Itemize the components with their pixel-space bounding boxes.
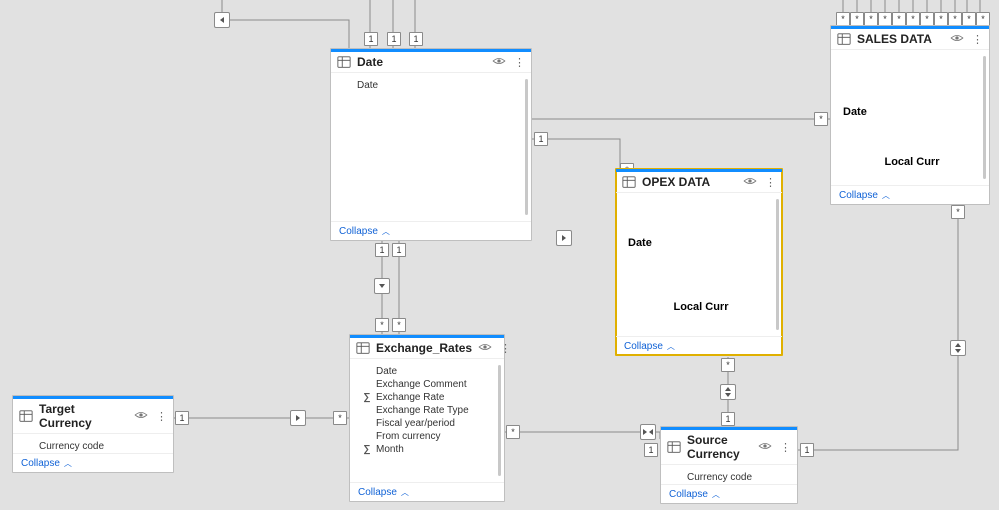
table-exchange-rates[interactable]: Exchange_Rates ⋮ Date Exchange Comment ∑… [349,334,505,502]
table-icon [837,32,851,46]
visibility-icon[interactable] [492,56,506,69]
collapse-button[interactable]: Collapse︿ [669,489,720,500]
cardinality-many: * [333,411,347,425]
field-row[interactable]: ∑Exchange Rate [362,391,496,404]
table-icon [622,175,636,189]
more-icon[interactable]: ⋮ [972,33,983,46]
cardinality-many: * [962,12,976,26]
table-title: Target Currency [39,402,128,430]
cardinality-one: 1 [175,411,189,425]
key-field: Date [628,237,774,249]
table-date[interactable]: Date ⋮ Date Collapse︿ [330,48,532,241]
more-icon[interactable]: ⋮ [500,342,511,355]
cardinality-many: * [920,12,934,26]
field-row[interactable]: Fiscal year/period [362,417,496,430]
table-target-currency[interactable]: Target Currency ⋮ Currency code Collapse… [12,395,174,473]
cardinality-one: 1 [409,32,423,46]
more-icon[interactable]: ⋮ [780,441,791,454]
scrollbar[interactable] [776,199,779,330]
cardinality-many: * [864,12,878,26]
chevron-up-icon: ︿ [64,458,72,469]
key-field: Local Curr [628,301,774,313]
visibility-icon[interactable] [758,441,772,454]
cardinality-one: 1 [387,32,401,46]
table-title: Date [357,55,486,69]
collapse-button[interactable]: Collapse︿ [624,341,675,352]
chevron-up-icon: ︿ [712,489,720,500]
collapse-button[interactable]: Collapse︿ [339,226,390,237]
field-row[interactable]: Currency code [25,440,165,453]
relationship-direction-icon [290,410,306,426]
visibility-icon[interactable] [743,176,757,189]
visibility-icon[interactable] [134,410,148,423]
chevron-up-icon: ︿ [382,226,390,237]
scrollbar[interactable] [983,56,986,179]
table-title: OPEX DATA [642,175,737,189]
table-icon [356,341,370,355]
visibility-icon[interactable] [950,33,964,46]
relationship-direction-icon [720,384,736,400]
field-row[interactable]: Exchange Rate Type [362,404,496,417]
table-icon [337,55,351,69]
collapse-button[interactable]: Collapse︿ [21,458,72,469]
table-sales-data[interactable]: SALES DATA ⋮ Date Local Curr Collapse︿ [830,25,990,205]
cardinality-many: * [721,358,735,372]
cardinality-one: 1 [392,243,406,257]
relationship-direction-icon [950,340,966,356]
table-icon [19,409,33,423]
relationship-direction-icon [556,230,572,246]
cardinality-many: * [948,12,962,26]
relationship-direction-icon [640,424,656,440]
sigma-icon: ∑ [362,444,372,455]
relationship-direction-icon [214,12,230,28]
chevron-up-icon: ︿ [401,487,409,498]
scrollbar[interactable] [498,365,501,476]
field-row[interactable]: ∑Month [362,443,496,456]
table-source-currency[interactable]: Source Currency ⋮ Currency code Collapse… [660,426,798,504]
field-row[interactable]: Date [343,79,523,92]
cardinality-many: * [878,12,892,26]
sigma-icon: ∑ [362,392,372,403]
table-title: Source Currency [687,433,752,461]
table-title: SALES DATA [857,32,944,46]
cardinality-many: * [392,318,406,332]
key-field: Date [843,106,981,118]
cardinality-many: * [951,205,965,219]
field-row[interactable]: Date [362,365,496,378]
table-title: Exchange_Rates [376,341,472,355]
cardinality-many: * [375,318,389,332]
cardinality-one: 1 [364,32,378,46]
scrollbar[interactable] [525,79,528,215]
more-icon[interactable]: ⋮ [514,56,525,69]
cardinality-many: * [934,12,948,26]
cardinality-many: * [892,12,906,26]
more-icon[interactable]: ⋮ [765,176,776,189]
field-row[interactable]: Exchange Comment [362,378,496,391]
key-field: Local Curr [843,156,981,168]
cardinality-one: 1 [721,412,735,426]
table-opex-data[interactable]: OPEX DATA ⋮ Date Local Curr Collapse︿ [615,168,783,356]
chevron-up-icon: ︿ [667,341,675,352]
table-icon [667,440,681,454]
cardinality-many: * [506,425,520,439]
cardinality-many: * [976,12,990,26]
cardinality-many: * [814,112,828,126]
chevron-up-icon: ︿ [882,190,890,201]
field-row[interactable]: Currency code [673,471,789,484]
cardinality-one: 1 [800,443,814,457]
more-icon[interactable]: ⋮ [156,410,167,423]
collapse-button[interactable]: Collapse︿ [839,190,890,201]
cardinality-one: 1 [644,443,658,457]
collapse-button[interactable]: Collapse︿ [358,487,409,498]
field-row[interactable]: From currency [362,430,496,443]
cardinality-one: 1 [534,132,548,146]
cardinality-many: * [906,12,920,26]
cardinality-many: * [836,12,850,26]
cardinality-one: 1 [375,243,389,257]
cardinality-many: * [850,12,864,26]
visibility-icon[interactable] [478,342,492,355]
relationship-direction-icon [374,278,390,294]
